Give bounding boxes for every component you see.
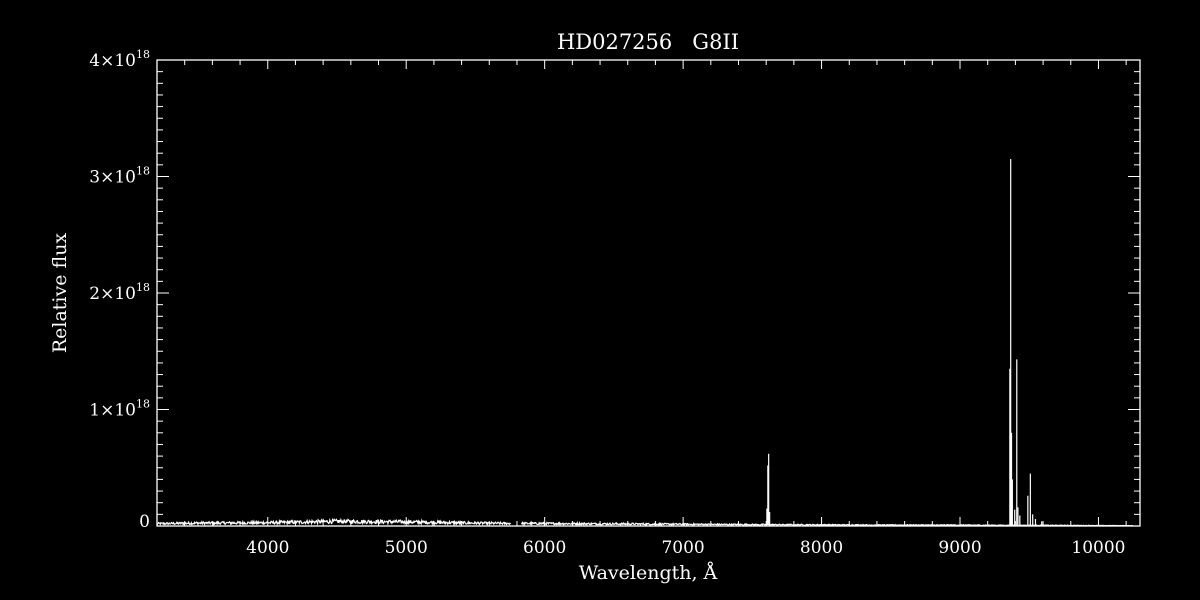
x-tick-label: 9000 bbox=[938, 538, 981, 558]
y-axis-label: Relative flux bbox=[49, 233, 71, 354]
x-tick-label: 5000 bbox=[385, 538, 428, 558]
x-tick-label: 8000 bbox=[800, 538, 843, 558]
y-tick-exponent: 18 bbox=[136, 48, 150, 61]
y-tick-mantissa: 1×10 bbox=[89, 401, 136, 421]
x-tick-label: 4000 bbox=[246, 538, 289, 558]
y-tick-exponent: 18 bbox=[136, 281, 150, 294]
y-tick-mantissa: 0 bbox=[139, 512, 150, 532]
x-tick-label: 10000 bbox=[1071, 538, 1125, 558]
y-tick-mantissa: 2×10 bbox=[89, 284, 136, 304]
y-tick-labels: 01×10182×10183×10184×1018 bbox=[89, 48, 150, 532]
y-tick-label: 2×1018 bbox=[89, 281, 150, 304]
continuum-line bbox=[156, 517, 1133, 527]
y-tick-label: 3×1018 bbox=[89, 165, 150, 188]
y-tick-label: 0 bbox=[139, 512, 150, 532]
y-tick-exponent: 18 bbox=[136, 398, 150, 411]
chart-title: HD027256 G8II bbox=[557, 30, 739, 54]
y-tick-mantissa: 3×10 bbox=[89, 168, 136, 188]
y-tick-mantissa: 4×10 bbox=[89, 51, 136, 71]
x-axis-label: Wavelength, Å bbox=[579, 562, 718, 584]
x-tick-labels: 4000 5000 6000 7000 8000 9000 10000 bbox=[246, 538, 1125, 558]
y-tick-label: 1×1018 bbox=[89, 398, 150, 421]
spectrum-chart: 4000 5000 6000 7000 8000 9000 10000 01×10182×1… bbox=[49, 30, 1141, 584]
x-tick-label: 6000 bbox=[523, 538, 566, 558]
tick-marks bbox=[156, 59, 1140, 527]
y-tick-label: 4×1018 bbox=[89, 48, 150, 71]
spectrum-series bbox=[156, 159, 1133, 527]
y-tick-exponent: 18 bbox=[136, 165, 150, 178]
plot-frame bbox=[156, 59, 1141, 527]
x-tick-label: 7000 bbox=[661, 538, 704, 558]
